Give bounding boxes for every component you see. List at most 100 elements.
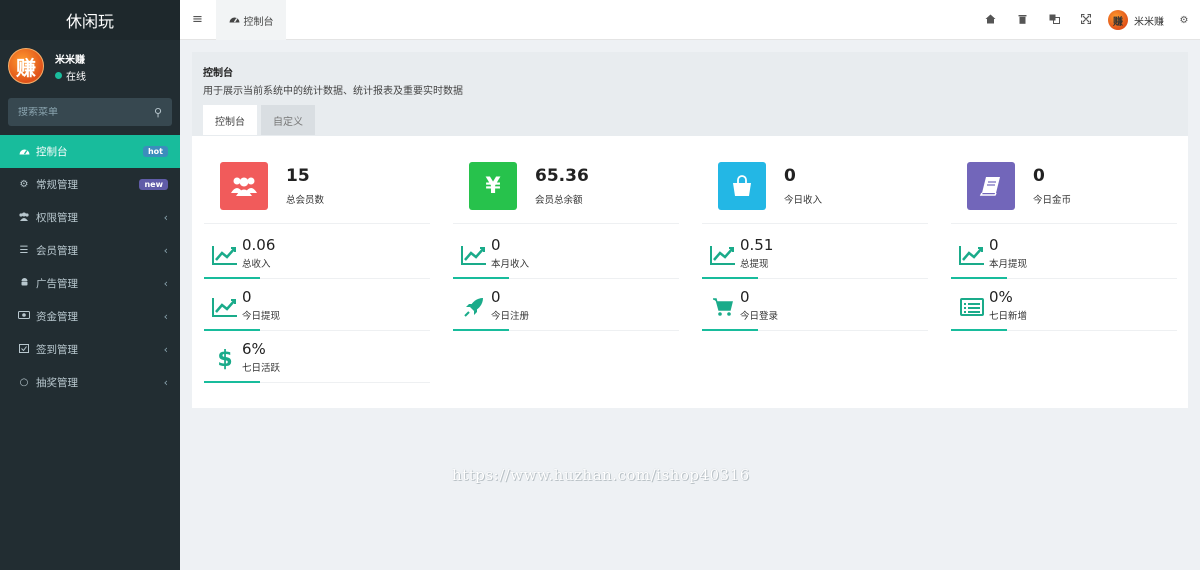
stat-label: 本月收入 (491, 259, 530, 270)
stat-underline (204, 381, 260, 383)
sidebar-item-lottery[interactable]: ○ 抽奖管理 ‹ (0, 366, 180, 399)
topbar-user[interactable]: 赚 米米赚 (1108, 10, 1164, 30)
card-label: 今日金币 (1033, 195, 1072, 206)
user-panel: 赚 米米赚 在线 (0, 40, 180, 95)
sidebar-menu: 控制台 hot ⚙ 常规管理 new 权限管理 ‹ ☰ 会员管理 ‹ 广告管理 … (0, 135, 180, 399)
chevron-left-icon: ‹ (163, 211, 168, 224)
sidebar-item-label: 资金管理 (36, 311, 78, 323)
android-icon (16, 277, 32, 290)
stat-item: 0 今日提现 (204, 283, 430, 331)
stat-underline (702, 277, 758, 279)
money-icon (16, 311, 32, 322)
group-icon (16, 212, 32, 224)
stat-value: 0 (491, 236, 501, 254)
sidebar-item-label: 抽奖管理 (36, 377, 78, 389)
stat-underline (204, 277, 260, 279)
chevron-left-icon: ‹ (163, 244, 168, 257)
tab-label: 控制台 (243, 16, 274, 28)
area-chart-icon (210, 293, 240, 321)
stat-item: 0% 七日新增 (951, 283, 1177, 331)
card-label: 总会员数 (286, 195, 325, 206)
stat-value: 0.51 (740, 236, 774, 254)
avatar[interactable]: 赚 (8, 48, 44, 84)
fullscreen-icon[interactable] (1070, 13, 1102, 27)
rocket-icon (459, 293, 489, 321)
stats-panel: 15 总会员数 ¥ 65.36 会员总余额 0 今日收入 0 今日金币 0.06 (192, 136, 1188, 408)
card-value: 0 (1033, 166, 1045, 186)
home-icon[interactable] (974, 14, 1006, 27)
list-alt-icon (957, 293, 987, 321)
stat-label: 总提现 (740, 259, 769, 270)
page-description: 用于展示当前系统中的统计数据、统计报表及重要实时数据 (203, 86, 463, 97)
shopping-bag-icon (718, 162, 766, 210)
stat-item: 0 本月提现 (951, 231, 1177, 279)
trash-icon[interactable] (1006, 14, 1038, 27)
stat-label: 总收入 (242, 259, 271, 270)
sidebar-item-funds[interactable]: 资金管理 ‹ (0, 300, 180, 333)
chevron-left-icon: ‹ (163, 277, 168, 290)
stat-value: 0% (989, 288, 1013, 306)
stat-label: 七日新增 (989, 311, 1028, 322)
stat-card-today-coins: 0 今日金币 (951, 136, 1177, 224)
tab-custom[interactable]: 自定义 (261, 105, 315, 135)
content-tabs: 控制台 自定义 (203, 105, 1177, 135)
user-status: 在线 (55, 68, 86, 83)
card-label: 会员总余额 (535, 195, 583, 206)
menu-toggle-icon[interactable]: ≡ (192, 12, 203, 27)
chevron-left-icon: ‹ (163, 376, 168, 389)
tab-console[interactable]: 控制台 (203, 105, 257, 135)
tab-dashboard[interactable]: 控制台 (216, 0, 286, 40)
sidebar-item-checkin[interactable]: 签到管理 ‹ (0, 333, 180, 366)
stat-underline (453, 329, 509, 331)
stat-value: 0 (491, 288, 501, 306)
card-value: 0 (784, 166, 796, 186)
stat-card-today-income: 0 今日收入 (702, 136, 928, 224)
sidebar-item-dashboard[interactable]: 控制台 hot (0, 135, 180, 168)
sidebar-item-label: 控制台 (36, 146, 68, 158)
chevron-left-icon: ‹ (163, 310, 168, 323)
card-value: 65.36 (535, 166, 589, 186)
app-title[interactable]: 休闲玩 (0, 0, 180, 40)
topbar: ≡ 控制台 赚 米米赚 ⚙ (180, 0, 1200, 40)
topbar-actions: 赚 米米赚 ⚙ (974, 0, 1200, 40)
area-chart-icon (708, 241, 738, 269)
sidebar-item-members[interactable]: ☰ 会员管理 ‹ (0, 234, 180, 267)
stat-underline (702, 329, 758, 331)
dashboard-icon (229, 14, 240, 26)
area-chart-icon (210, 241, 240, 269)
page-title: 控制台 (203, 68, 233, 79)
sidebar-item-permissions[interactable]: 权限管理 ‹ (0, 201, 180, 234)
user-status-label: 在线 (66, 72, 86, 83)
stat-value: 0 (242, 288, 252, 306)
stat-label: 今日登录 (740, 311, 779, 322)
search-icon[interactable]: ⚲ (154, 106, 162, 119)
new-badge: new (139, 179, 168, 190)
stat-underline (453, 277, 509, 279)
stat-value: 0 (740, 288, 750, 306)
stat-label: 本月提现 (989, 259, 1028, 270)
sidebar-item-ads[interactable]: 广告管理 ‹ (0, 267, 180, 300)
list-icon: ☰ (19, 245, 29, 256)
sidebar: 休闲玩 赚 米米赚 在线 ⚲ 控制台 hot ⚙ 常规管理 new 权限管理 (0, 0, 180, 570)
dashboard-icon (16, 146, 32, 158)
book-icon (967, 162, 1015, 210)
stat-label: 七日活跃 (242, 363, 281, 374)
stat-item: 0 今日注册 (453, 283, 679, 331)
search-box: ⚲ (8, 98, 172, 126)
stat-item: 0 本月收入 (453, 231, 679, 279)
search-input[interactable] (18, 106, 138, 118)
card-value: 15 (286, 166, 310, 186)
calendar-check-icon (16, 343, 32, 356)
main-content: 控制台 用于展示当前系统中的统计数据、统计报表及重要实时数据 控制台 自定义 1… (192, 52, 1188, 408)
watermark: https://www.huzhan.com/ishop40316 (452, 466, 750, 484)
sidebar-item-general[interactable]: ⚙ 常规管理 new (0, 168, 180, 201)
cogs-icon[interactable]: ⚙ (1168, 15, 1200, 26)
language-icon[interactable] (1038, 14, 1070, 27)
area-chart-icon (459, 241, 489, 269)
stat-item: $ 6% 七日活跃 (204, 335, 430, 383)
sidebar-item-label: 广告管理 (36, 278, 78, 290)
sidebar-item-label: 会员管理 (36, 245, 78, 257)
chevron-left-icon: ‹ (163, 343, 168, 356)
card-label: 今日收入 (784, 195, 823, 206)
cogs-icon: ⚙ (19, 179, 29, 190)
